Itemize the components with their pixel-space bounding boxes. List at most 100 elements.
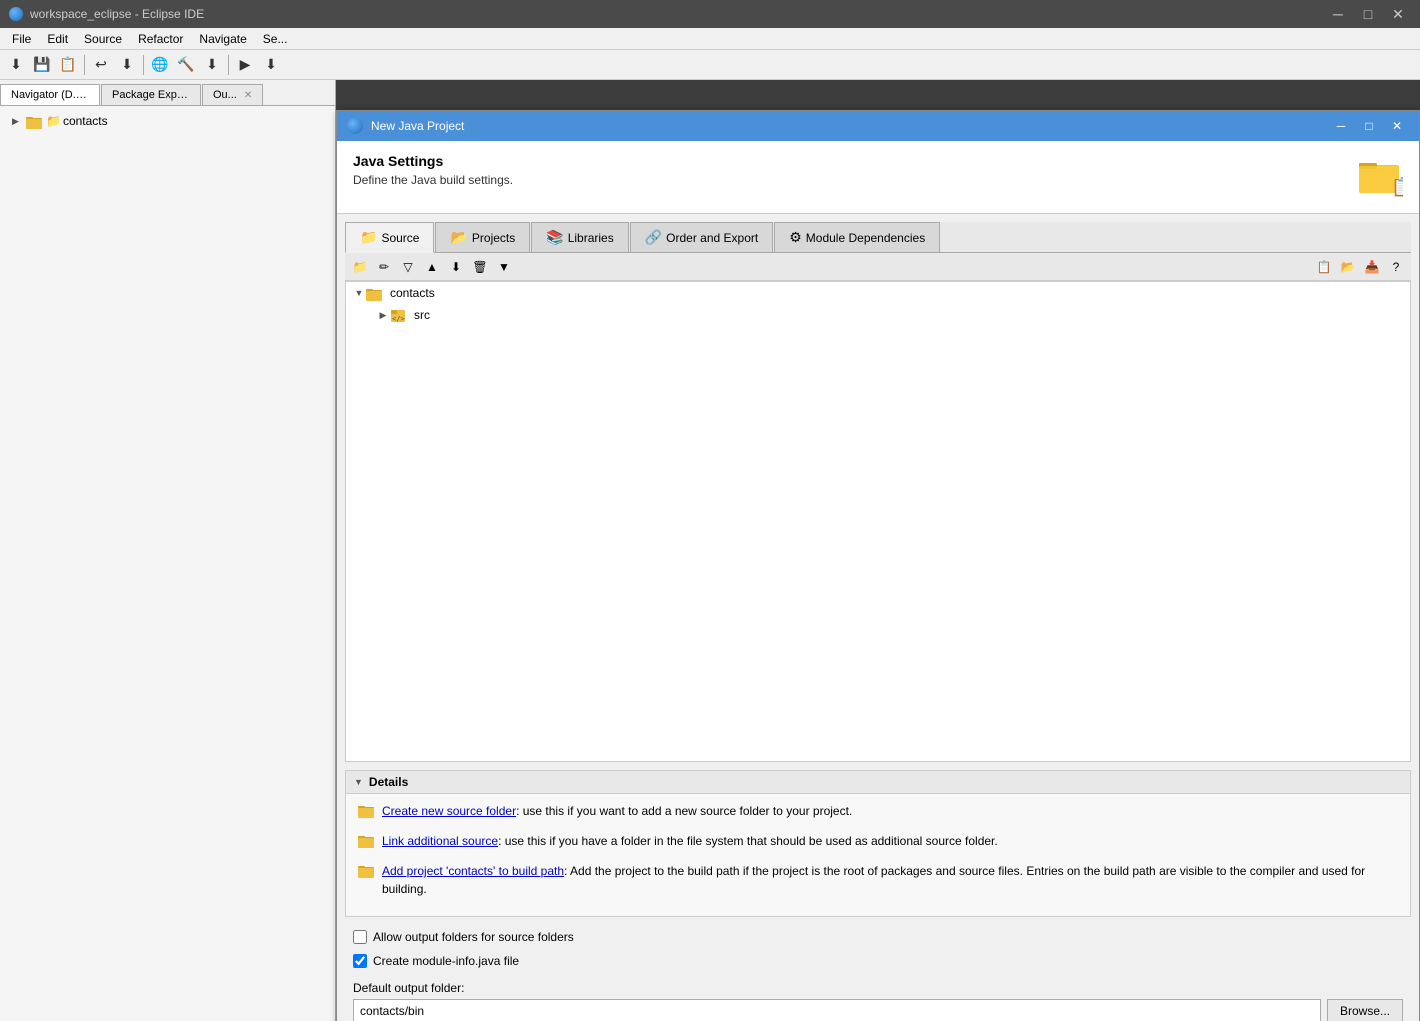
module-dep-tab-icon: ⚙: [789, 229, 802, 246]
dialog-minimize-button[interactable]: ─: [1329, 116, 1353, 136]
navigator-tree: ▶ 📁 contacts: [0, 106, 335, 1021]
tab-navigator[interactable]: Navigator (D... ✕: [0, 84, 100, 105]
toolbar-btn-10[interactable]: ⬇: [259, 53, 283, 77]
details-text-2: Link additional source: use this if you …: [382, 832, 998, 850]
tree-label-contacts: contacts: [63, 114, 108, 128]
details-section: ▼ Details Create new source folder: use …: [345, 770, 1411, 917]
details-row-2: Link additional source: use this if you …: [358, 832, 1398, 852]
allow-output-folders-row: Allow output folders for source folders: [353, 925, 1403, 949]
toolbar-sep-2: [143, 55, 144, 75]
tree-tool-btn-delete[interactable]: 🗑: [469, 256, 491, 278]
close-navigator-icon[interactable]: ✕: [89, 90, 97, 101]
menu-file[interactable]: File: [4, 30, 39, 48]
tree-tool-btn-dropdown[interactable]: ▼: [493, 256, 515, 278]
tab-libraries[interactable]: 📚 Libraries: [531, 222, 628, 252]
add-to-build-path-link[interactable]: Add project 'contacts' to build path: [382, 864, 564, 878]
toolbar-btn-8[interactable]: ⬇: [200, 53, 224, 77]
contacts-folder-icon: [366, 284, 382, 301]
source-tab-icon: 📁: [360, 229, 377, 246]
projects-tab-icon: 📂: [450, 229, 467, 246]
output-folder-row: Browse...: [353, 999, 1403, 1021]
menu-refactor[interactable]: Refactor: [130, 30, 191, 48]
eclipse-icon: [8, 6, 24, 22]
maximize-button[interactable]: □: [1354, 3, 1382, 25]
left-panel: Navigator (D... ✕ Package Exp... ✕ Ou...…: [0, 80, 336, 1021]
close-package-icon[interactable]: ✕: [193, 90, 201, 101]
title-bar: workspace_eclipse - Eclipse IDE ─ □ ✕: [0, 0, 1420, 28]
tree-toolbar-right: 📋 📂 📥 ?: [1313, 256, 1407, 278]
tree-tool-btn-2[interactable]: ✏: [373, 256, 395, 278]
main-layout: Navigator (D... ✕ Package Exp... ✕ Ou...…: [0, 80, 1420, 1021]
window-controls: ─ □ ✕: [1324, 3, 1412, 25]
menu-edit[interactable]: Edit: [39, 30, 76, 48]
dialog-header-title: Java Settings: [353, 153, 1355, 169]
tree-tool-btn-5[interactable]: ⬇: [445, 256, 467, 278]
toolbar-btn-3[interactable]: 📋: [56, 53, 80, 77]
details-body: Create new source folder: use this if yo…: [346, 794, 1410, 916]
src-arrow: ▶: [376, 310, 390, 321]
toolbar-btn-1[interactable]: ⬇: [4, 53, 28, 77]
tree-item-contacts[interactable]: ▶ 📁 contacts: [4, 110, 331, 132]
tree-tool-btn-r2[interactable]: 📂: [1337, 256, 1359, 278]
details-header-label: Details: [369, 775, 408, 789]
source-tree[interactable]: ▼ contacts ▶: [345, 281, 1411, 762]
order-export-tab-icon: 🔗: [645, 229, 662, 246]
tree-tool-btn-help[interactable]: ?: [1385, 256, 1407, 278]
toolbar-btn-4[interactable]: ↩: [89, 53, 113, 77]
new-java-project-dialog: New Java Project ─ □ ✕ Java Settings Def…: [336, 110, 1420, 1021]
toolbar-btn-2[interactable]: 💾: [30, 53, 54, 77]
dialog-maximize-button[interactable]: □: [1357, 116, 1381, 136]
browse-button[interactable]: Browse...: [1327, 999, 1403, 1021]
create-module-info-checkbox[interactable]: [353, 954, 367, 968]
create-module-info-label[interactable]: Create module-info.java file: [373, 954, 519, 968]
toolbar-btn-7[interactable]: 🔨: [174, 53, 198, 77]
folder-icon-contacts: [26, 112, 42, 129]
tab-module-dependencies[interactable]: ⚙ Module Dependencies: [774, 222, 940, 252]
options-section: Allow output folders for source folders …: [345, 917, 1411, 977]
close-outline-icon[interactable]: ✕: [244, 90, 252, 101]
tree-toolbar: 📁 ✏ ▽ ▲ ⬇ 🗑 ▼ 📋 📂 📥 ?: [345, 253, 1411, 281]
tab-order-export[interactable]: 🔗 Order and Export: [630, 222, 773, 252]
details-header[interactable]: ▼ Details: [346, 771, 1410, 794]
tab-source[interactable]: 📁 Source: [345, 222, 434, 253]
libraries-tab-icon: 📚: [546, 229, 563, 246]
source-tree-contacts[interactable]: ▼ contacts: [346, 282, 1410, 304]
toolbar-btn-5[interactable]: ⬇: [115, 53, 139, 77]
menu-more[interactable]: Se...: [255, 30, 296, 48]
create-module-info-row: Create module-info.java file: [353, 949, 1403, 973]
svg-text:📋: 📋: [1391, 176, 1403, 197]
contacts-arrow: ▼: [352, 288, 366, 298]
output-folder-section: Default output folder: Browse...: [345, 977, 1411, 1021]
dialog-close-button[interactable]: ✕: [1385, 116, 1409, 136]
tree-tool-btn-r3[interactable]: 📥: [1361, 256, 1383, 278]
tree-tool-btn-r1[interactable]: 📋: [1313, 256, 1335, 278]
menu-source[interactable]: Source: [76, 30, 130, 48]
details-icon-1: [358, 803, 374, 822]
tab-package-explorer[interactable]: Package Exp... ✕: [101, 84, 201, 105]
window-title: workspace_eclipse - Eclipse IDE: [30, 7, 1324, 21]
toolbar-btn-6[interactable]: 🌐: [148, 53, 172, 77]
details-icon-2: [358, 833, 374, 852]
source-tree-src[interactable]: ▶ </> src: [346, 304, 1410, 326]
details-arrow-icon: ▼: [354, 777, 363, 787]
output-folder-input[interactable]: [353, 999, 1321, 1021]
dialog-header-subtitle: Define the Java build settings.: [353, 173, 1355, 187]
toolbar: ⬇ 💾 📋 ↩ ⬇ 🌐 🔨 ⬇ ▶ ⬇: [0, 50, 1420, 80]
tree-tool-btn-4[interactable]: ▲: [421, 256, 443, 278]
allow-output-folders-checkbox[interactable]: [353, 930, 367, 944]
create-source-folder-link[interactable]: Create new source folder: [382, 804, 516, 818]
close-window-button[interactable]: ✕: [1384, 3, 1412, 25]
tree-tool-btn-filter[interactable]: ▽: [397, 256, 419, 278]
dialog-content: 📁 Source 📂 Projects 📚 Libraries 🔗 Order …: [337, 214, 1419, 1021]
allow-output-folders-label[interactable]: Allow output folders for source folders: [373, 930, 574, 944]
minimize-button[interactable]: ─: [1324, 3, 1352, 25]
toolbar-btn-9[interactable]: ▶: [233, 53, 257, 77]
tree-tool-btn-1[interactable]: 📁: [349, 256, 371, 278]
details-icon-3: [358, 863, 374, 882]
dialog-title-text: New Java Project: [371, 119, 1329, 133]
tab-outline[interactable]: Ou... ✕: [202, 84, 263, 105]
menu-navigate[interactable]: Navigate: [191, 30, 254, 48]
link-additional-source-link[interactable]: Link additional source: [382, 834, 498, 848]
dialog-header: Java Settings Define the Java build sett…: [337, 141, 1419, 214]
tab-projects[interactable]: 📂 Projects: [435, 222, 530, 252]
